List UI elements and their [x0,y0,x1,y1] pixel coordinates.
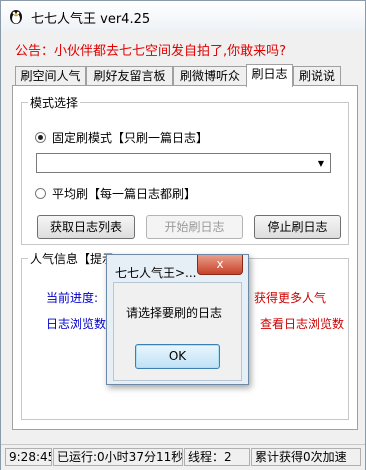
radio-unchecked-icon [35,188,46,199]
tab-shuoshuo[interactable]: 刷说说 [293,66,341,85]
blog-select-combobox[interactable]: ▼ [36,153,331,173]
blog-views-label: 日志浏览数 [46,317,107,331]
tab-weibo-listeners[interactable]: 刷微博听众 [173,66,247,85]
fixed-mode-label: 固定刷模式【只刷一篇日志】 [52,131,209,145]
radio-checked-icon [35,132,46,143]
close-icon[interactable]: x [197,255,243,275]
status-time: 9:28:45 [5,448,52,466]
window-title: 七七人气王 ver4.25 [31,12,151,27]
status-runtime: 已运行:0小时37分11秒 [53,448,183,466]
info-group-label: 人气信息【提示 [28,250,117,267]
fixed-mode-radio[interactable]: 固定刷模式【只刷一篇日志】 [35,129,208,146]
view-blog-views-link[interactable]: 查看日志浏览数 [260,315,344,332]
mode-group-label: 模式选择 [28,94,81,111]
tab-blog[interactable]: 刷日志 [246,64,293,87]
penguin-icon [10,10,22,24]
get-more-popularity-link[interactable]: 获得更多人气 [254,289,326,306]
message-dialog: 七七人气王>... x 请选择要刷的日志 OK [106,254,249,385]
current-progress-label: 当前进度: [46,291,99,305]
main-window: 七七人气王 ver4.25 公告：小伙伴都去七七空间发自拍了,你敢来吗? 刷空间… [0,0,366,470]
status-threads: 线程：2 [184,448,250,466]
fetch-blog-list-button[interactable]: 获取日志列表 [37,215,135,239]
title-bar[interactable]: 七七人气王 ver4.25 [1,1,365,31]
stop-blog-button[interactable]: 停止刷日志 [254,215,341,239]
tab-friend-message-board[interactable]: 刷好友留言板 [86,66,173,85]
notice-text: 公告：小伙伴都去七七空间发自拍了,你敢来吗? [15,44,287,59]
average-mode-label: 平均刷【每一篇日志都刷】 [52,187,197,201]
tab-space-popularity[interactable]: 刷空间人气 [15,66,86,85]
ok-button[interactable]: OK [135,344,220,369]
mode-group: 模式选择 固定刷模式【只刷一篇日志】 ▼ 平均刷【每一篇日志都刷】 获取日志列表… [21,94,349,245]
start-blog-button[interactable]: 开始刷日志 [146,215,243,239]
status-total-speedups: 累计获得0次加速 [251,448,361,466]
dialog-title: 七七人气王>... [115,266,197,280]
dialog-message: 请选择要刷的日志 [126,306,223,320]
average-mode-radio[interactable]: 平均刷【每一篇日志都刷】 [35,185,196,202]
status-bar: 9:28:45 已运行:0小时37分11秒 线程：2 累计获得0次加速 [1,444,365,470]
chevron-down-icon[interactable]: ▼ [313,155,329,171]
